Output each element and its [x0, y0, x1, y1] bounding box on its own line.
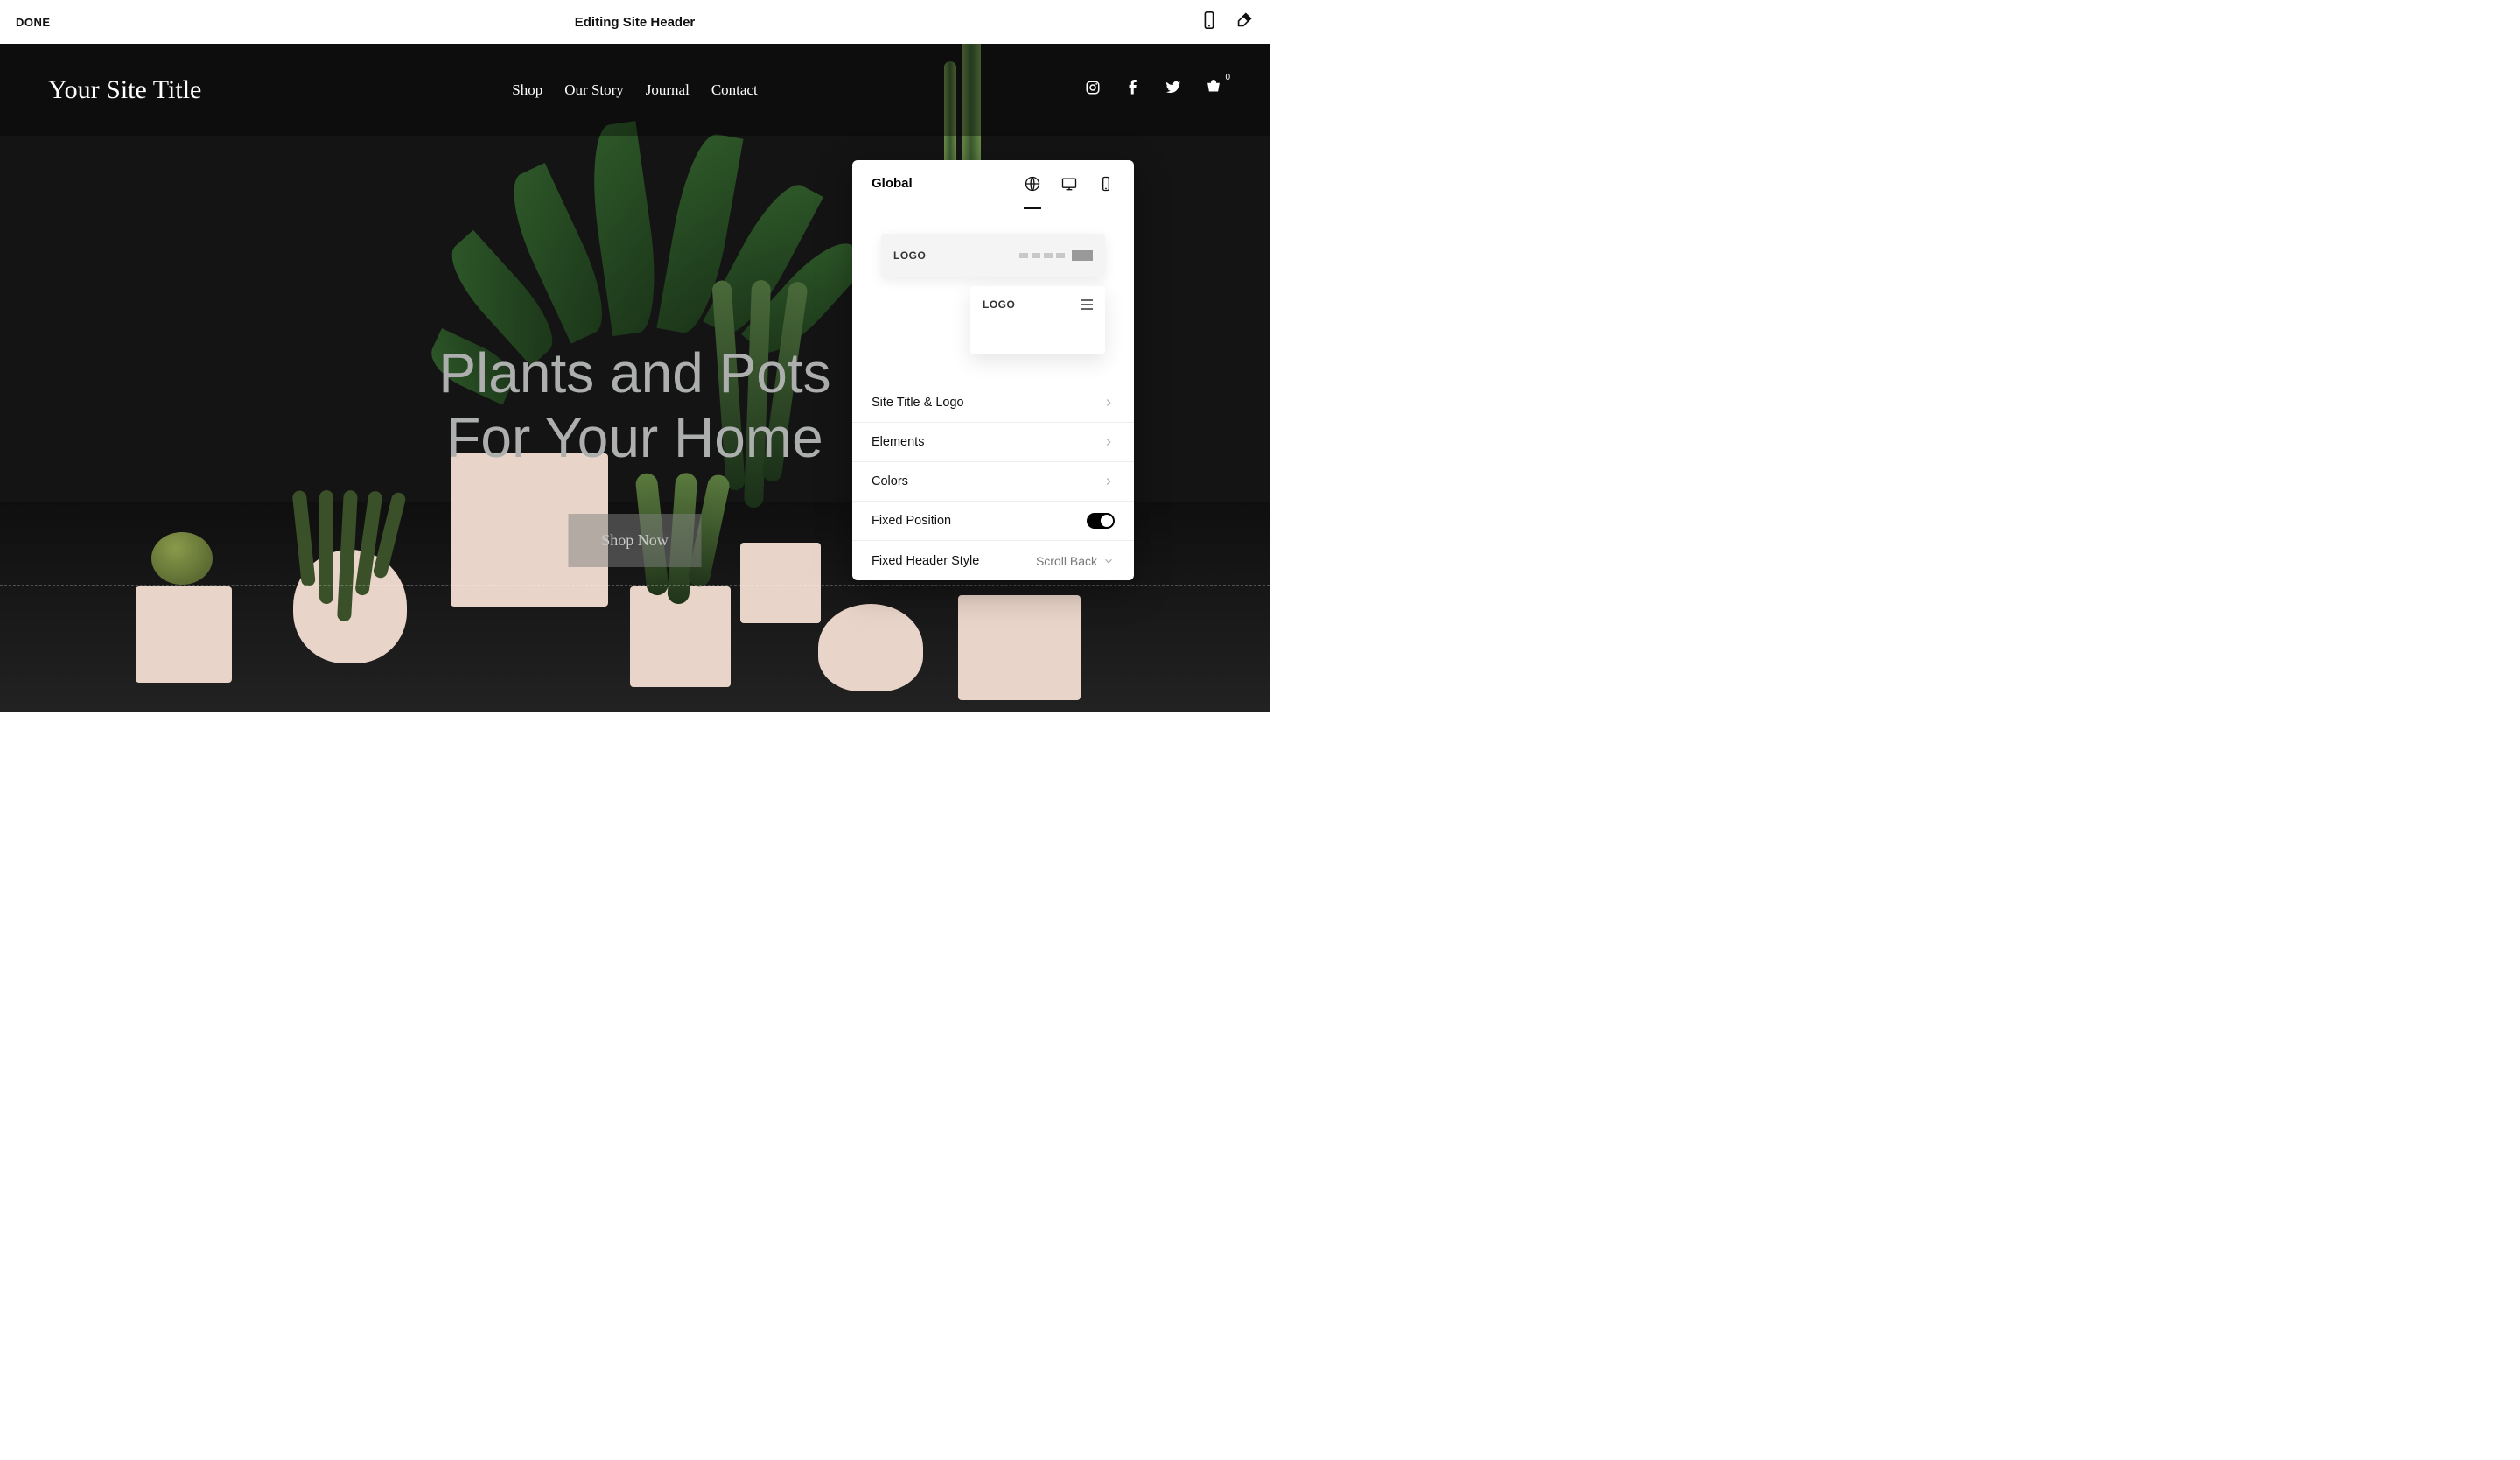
site-header[interactable]: Your Site Title Shop Our Story Journal C…: [0, 44, 1270, 136]
row-fixed-header-style[interactable]: Fixed Header Style Scroll Back: [852, 541, 1134, 580]
row-colors[interactable]: Colors: [852, 462, 1134, 502]
chevron-right-icon: [1102, 436, 1115, 448]
primary-nav: Shop Our Story Journal Contact: [512, 81, 757, 99]
layout-logo-label-mobile: LOGO: [983, 298, 1015, 311]
nav-link-our-story[interactable]: Our Story: [564, 81, 624, 99]
twitter-icon[interactable]: [1166, 80, 1181, 100]
row-label: Colors: [872, 474, 908, 488]
nav-link-journal[interactable]: Journal: [646, 81, 690, 99]
row-label: Fixed Header Style: [872, 554, 979, 568]
header-settings-panel: Global LOGO LOGO: [852, 160, 1134, 580]
nav-link-contact[interactable]: Contact: [711, 81, 758, 99]
facebook-icon[interactable]: [1125, 80, 1141, 100]
layout-nav-preview: [1019, 250, 1093, 261]
panel-tab-global[interactable]: Global: [872, 176, 913, 191]
editor-context-title: Editing Site Header: [575, 15, 696, 30]
editor-topbar: DONE Editing Site Header: [0, 0, 1270, 44]
chevron-right-icon: [1102, 397, 1115, 409]
mobile-preview-icon[interactable]: [1200, 11, 1219, 34]
layout-option-mobile[interactable]: LOGO: [970, 286, 1105, 354]
nav-link-shop[interactable]: Shop: [512, 81, 542, 99]
layout-option-desktop[interactable]: LOGO: [881, 234, 1105, 277]
cart-count-badge: 0: [1225, 73, 1230, 82]
fixed-header-style-value: Scroll Back: [1036, 554, 1097, 568]
row-site-title-logo[interactable]: Site Title & Logo: [852, 383, 1134, 423]
row-label: Site Title & Logo: [872, 396, 964, 410]
row-fixed-position[interactable]: Fixed Position: [852, 502, 1134, 541]
paintbrush-icon[interactable]: [1235, 11, 1254, 34]
header-layout-preview[interactable]: LOGO LOGO: [881, 234, 1105, 383]
chevron-right-icon: [1102, 475, 1115, 488]
hero-line-2: For Your Home: [446, 406, 822, 469]
instagram-icon[interactable]: [1085, 80, 1101, 100]
row-label: Elements: [872, 435, 924, 449]
hamburger-icon: [1081, 299, 1093, 310]
shop-now-button[interactable]: Shop Now: [568, 514, 702, 567]
device-mobile-icon[interactable]: [1097, 175, 1115, 193]
site-title[interactable]: Your Site Title: [48, 75, 201, 105]
device-global-icon[interactable]: [1024, 175, 1041, 207]
cart-icon[interactable]: 0: [1206, 80, 1222, 100]
chevron-down-icon: [1102, 555, 1115, 567]
fixed-position-toggle[interactable]: [1087, 513, 1115, 529]
layout-logo-label: LOGO: [893, 249, 926, 262]
row-elements[interactable]: Elements: [852, 423, 1134, 462]
done-button[interactable]: DONE: [16, 16, 51, 29]
row-label: Fixed Position: [872, 514, 951, 528]
device-desktop-icon[interactable]: [1060, 175, 1078, 193]
hero-line-1: Plants and Pots: [438, 341, 830, 404]
